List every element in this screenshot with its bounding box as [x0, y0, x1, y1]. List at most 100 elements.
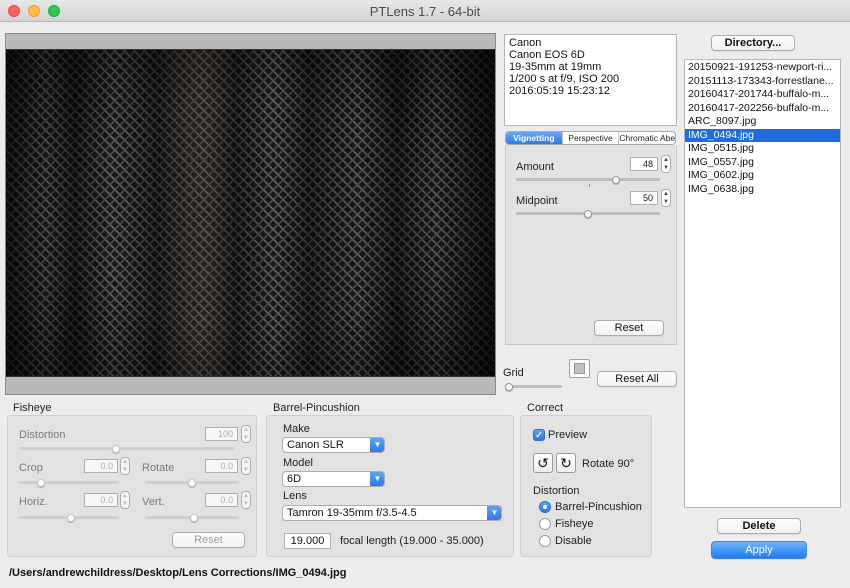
fisheye-group: Distortion 100 ▲ ▼ Crop 0.0 ▲ ▼ Rotate 0.0…	[7, 415, 257, 557]
chevron-down-icon: ▼	[370, 438, 384, 452]
make-select-value: Canon SLR	[287, 439, 344, 451]
horiz-input[interactable]: 0.0	[84, 493, 118, 507]
rotate-right-button[interactable]: ↻	[556, 453, 576, 473]
rotate-stepper[interactable]: ▲ ▼	[241, 457, 251, 475]
exif-info-box: Canon Canon EOS 6D 19-35mm at 19mm 1/200…	[504, 34, 677, 126]
tab-chromatic-aberration[interactable]: Chromatic Aberration	[618, 132, 675, 144]
file-list: 20150921-191253-newport-ri... 20151113-1…	[684, 59, 841, 508]
image-preview	[6, 49, 495, 377]
barrel-pincushion-radio[interactable]	[539, 501, 551, 513]
rotate-90-label: Rotate 90°	[582, 458, 635, 470]
file-list-item[interactable]: IMG_0638.jpg	[685, 183, 840, 197]
file-list-item[interactable]: 20160417-202256-buffalo-m...	[685, 102, 840, 116]
file-list-item[interactable]: IMG_0602.jpg	[685, 169, 840, 183]
rotate-slider-thumb[interactable]	[188, 479, 196, 487]
amount-slider-track[interactable]	[516, 178, 660, 181]
lens-select-value: Tamron 19-35mm f/3.5-4.5	[287, 507, 417, 519]
fisheye-radio-label: Fisheye	[555, 518, 594, 530]
file-path-status: /Users/andrewchildress/Desktop/Lens Corr…	[9, 567, 347, 579]
make-select[interactable]: Canon SLR ▼	[282, 437, 385, 453]
rotate-cw-icon: ↻	[560, 455, 572, 471]
image-preview-frame	[5, 33, 496, 395]
correct-group: ✓ Preview ↺ ↻ Rotate 90° Distortion Barr…	[520, 415, 652, 557]
correct-distortion-label: Distortion	[533, 485, 580, 497]
disable-radio[interactable]	[539, 535, 551, 547]
exif-make: Canon	[509, 37, 542, 49]
file-list-item[interactable]: 20160417-201744-buffalo-m...	[685, 88, 840, 102]
grid-label: Grid	[503, 367, 524, 379]
delete-button[interactable]: Delete	[717, 518, 801, 534]
midpoint-stepper[interactable]: ▲ ▼	[661, 189, 671, 207]
chevron-down-icon: ▼	[370, 472, 384, 486]
crop-input[interactable]: 0.0	[84, 459, 118, 473]
horiz-slider-thumb[interactable]	[67, 514, 75, 522]
preview-checkbox[interactable]: ✓	[533, 429, 545, 441]
crop-label: Crop	[19, 462, 43, 474]
correction-tabs: Vignetting Perspective Chromatic Aberrat…	[505, 131, 676, 145]
exif-camera: Canon EOS 6D	[509, 49, 585, 61]
vignetting-reset-button[interactable]: Reset	[594, 320, 664, 336]
amount-input[interactable]: 48	[630, 157, 658, 171]
grid-slider-thumb[interactable]	[505, 383, 513, 391]
title-bar: PTLens 1.7 - 64-bit	[0, 0, 850, 22]
vert-label: Vert.	[142, 496, 165, 508]
rotate-ccw-icon: ↺	[537, 455, 549, 471]
model-label: Model	[283, 457, 313, 469]
preview-label: Preview	[548, 429, 588, 441]
reset-all-button[interactable]: Reset All	[597, 371, 677, 387]
exif-exposure: 1/200 s at f/9, ISO 200	[509, 73, 620, 85]
barrel-group-title: Barrel-Pincushion	[273, 402, 360, 414]
fisheye-radio[interactable]	[539, 518, 551, 530]
file-list-item[interactable]: IMG_0557.jpg	[685, 156, 840, 170]
file-list-item-selected[interactable]: IMG_0494.jpg	[685, 128, 840, 142]
amount-slider-tick	[589, 184, 590, 187]
directory-button[interactable]: Directory...	[711, 35, 795, 51]
horiz-stepper[interactable]: ▲ ▼	[120, 491, 130, 509]
fisheye-reset-button[interactable]: Reset	[172, 532, 245, 548]
amount-slider-thumb[interactable]	[612, 176, 620, 184]
fisheye-distortion-label: Distortion	[19, 429, 66, 441]
midpoint-slider-thumb[interactable]	[584, 210, 592, 218]
window-title: PTLens 1.7 - 64-bit	[369, 4, 481, 19]
amount-stepper[interactable]: ▲ ▼	[661, 155, 671, 173]
vert-stepper[interactable]: ▲ ▼	[241, 491, 251, 509]
tab-vignetting[interactable]: Vignetting	[506, 132, 562, 144]
midpoint-input[interactable]: 50	[630, 191, 658, 205]
file-list-item[interactable]: IMG_0515.jpg	[685, 142, 840, 156]
rotate-left-button[interactable]: ↺	[533, 453, 553, 473]
fisheye-distortion-input[interactable]: 100	[205, 427, 238, 441]
focal-length-input[interactable]: 19.000	[284, 533, 331, 549]
grid-slider-track[interactable]	[505, 385, 562, 388]
crop-stepper[interactable]: ▲ ▼	[120, 457, 130, 475]
model-select[interactable]: 6D ▼	[282, 471, 385, 487]
metal-mesh-photo	[6, 50, 495, 376]
fisheye-distortion-stepper[interactable]: ▲ ▼	[241, 425, 251, 443]
midpoint-label: Midpoint	[516, 195, 558, 207]
model-select-value: 6D	[287, 473, 302, 485]
fisheye-distortion-slider-thumb[interactable]	[112, 445, 120, 453]
vignetting-panel: Amount 48 ▲ ▼ Midpoint 50 ▲ ▼ Reset	[505, 145, 677, 345]
make-label: Make	[283, 423, 310, 435]
vert-input[interactable]: 0.0	[205, 493, 238, 507]
file-list-item[interactable]: 20150921-191253-newport-ri...	[685, 61, 840, 75]
lens-select[interactable]: Tamron 19-35mm f/3.5-4.5 ▼	[282, 505, 502, 521]
correct-group-title: Correct	[527, 402, 564, 414]
fisheye-group-title: Fisheye	[13, 402, 52, 414]
amount-label: Amount	[516, 161, 554, 173]
crop-slider-track[interactable]	[19, 481, 119, 484]
file-list-item[interactable]: 20151113-173343-forrestlane...	[685, 75, 840, 89]
grid-color-swatch[interactable]	[569, 359, 590, 378]
tab-perspective[interactable]: Perspective	[561, 132, 619, 144]
file-list-item[interactable]: ARC_8097.jpg	[685, 115, 840, 129]
exif-lens: 19-35mm at 19mm	[509, 61, 602, 73]
disable-radio-label: Disable	[555, 535, 592, 547]
barrel-pincushion-group: Make Canon SLR ▼ Model 6D ▼ Lens Tamron …	[266, 415, 514, 557]
rotate-label: Rotate	[142, 462, 175, 474]
lens-label: Lens	[283, 490, 307, 502]
rotate-input[interactable]: 0.0	[205, 459, 238, 473]
crop-slider-thumb[interactable]	[37, 479, 45, 487]
apply-button[interactable]: Apply	[711, 541, 807, 559]
vert-slider-thumb[interactable]	[190, 514, 198, 522]
barrel-pincushion-radio-label: Barrel-Pincushion	[555, 501, 642, 513]
fisheye-distortion-slider-track[interactable]	[19, 447, 234, 450]
